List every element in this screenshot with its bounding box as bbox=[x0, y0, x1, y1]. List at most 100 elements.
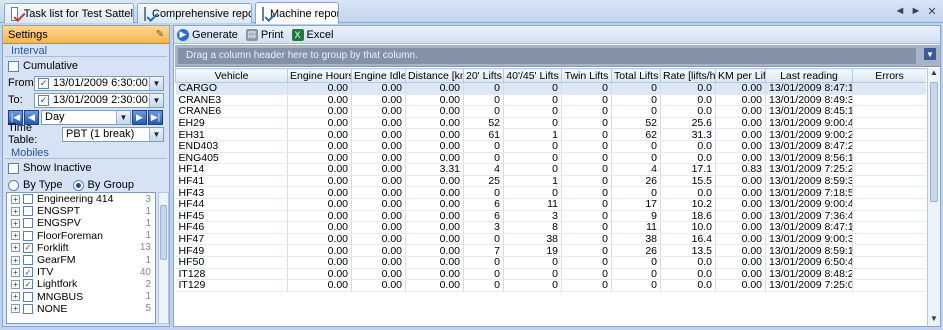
group-checkbox[interactable] bbox=[23, 291, 33, 302]
table-row[interactable]: HF43 0.00 0.00 0.00 0 0 0 0 0.0 0.00 13/01/2009 7:… bbox=[175, 186, 926, 199]
column-header[interactable]: Total Lifts bbox=[611, 68, 661, 83]
from-datetime-picker[interactable]: ✓ 13/01/2009 6:30:00 AM ▼ bbox=[34, 75, 164, 91]
group-tree-scrollbar[interactable] bbox=[158, 192, 169, 324]
scroll-up-icon[interactable]: ▲ bbox=[928, 68, 940, 80]
column-header[interactable]: Distance [km] bbox=[405, 68, 464, 83]
grid-vertical-scrollbar[interactable]: ▲ ▼ bbox=[927, 68, 940, 326]
column-header[interactable]: Vehicle bbox=[175, 68, 288, 83]
expand-icon[interactable]: + bbox=[11, 206, 20, 216]
table-row[interactable]: HF14 0.00 0.00 3.31 4 0 0 4 17.1 0.83 13/01/2009 7… bbox=[175, 163, 926, 176]
chevron-down-icon[interactable]: ▼ bbox=[149, 93, 163, 107]
group-by-panel[interactable]: Drag a column header here to group by th… bbox=[175, 45, 940, 67]
table-cell: 0 bbox=[611, 279, 661, 292]
group-checkbox[interactable] bbox=[23, 230, 33, 241]
column-header[interactable]: KM per Lift bbox=[715, 68, 766, 83]
chevron-down-icon[interactable]: ▼ bbox=[149, 76, 163, 90]
column-header[interactable]: 40'/45' Lifts bbox=[503, 68, 562, 83]
chevron-down-icon[interactable]: ▼ bbox=[116, 110, 130, 124]
show-inactive-checkbox[interactable]: Show Inactive bbox=[3, 160, 169, 176]
column-header[interactable]: 20' Lifts bbox=[463, 68, 504, 83]
from-enabled-checkbox[interactable]: ✓ bbox=[38, 77, 49, 89]
chevron-down-icon[interactable]: ▼ bbox=[149, 127, 163, 141]
group-tree-item[interactable]: + NONE 5 bbox=[7, 303, 155, 315]
expand-icon[interactable]: + bbox=[11, 279, 20, 289]
table-row[interactable]: CRANE6 0.00 0.00 0.00 0 0 0 0 0.0 0.00 13/01/2009 … bbox=[175, 105, 926, 118]
group-tree-item[interactable]: + FloorForeman 1 bbox=[7, 230, 155, 242]
expand-icon[interactable]: + bbox=[11, 304, 20, 314]
column-header[interactable]: Last reading bbox=[765, 68, 853, 83]
expand-icon[interactable]: + bbox=[11, 292, 20, 302]
group-checkbox[interactable] bbox=[23, 218, 33, 229]
table-cell: 0 bbox=[561, 152, 612, 165]
table-row[interactable]: EH31 0.00 0.00 0.00 61 1 0 62 31.3 0.00 13/01/2009… bbox=[175, 128, 926, 141]
table-row[interactable]: ENG405 0.00 0.00 0.00 0 0 0 0 0.0 0.00 13/01/2009 … bbox=[175, 152, 926, 165]
checkbox-box[interactable] bbox=[8, 60, 19, 72]
table-row[interactable]: END403 0.00 0.00 0.00 0 0 0 0 0.0 0.00 13/01/2009 … bbox=[175, 140, 926, 153]
chevron-down-icon[interactable]: ▼ bbox=[924, 48, 936, 60]
table-row[interactable]: HF47 0.00 0.00 0.00 0 38 0 38 16.4 0.00 13/01/2009… bbox=[175, 233, 926, 246]
next-period-icon[interactable]: ▶ bbox=[132, 109, 147, 125]
column-header[interactable]: Twin Lifts bbox=[561, 68, 612, 83]
scroll-right-icon[interactable]: ► bbox=[909, 4, 923, 18]
table-row[interactable]: HF50 0.00 0.00 0.00 0 0 0 0 0.0 0.00 13/01/2009 6:… bbox=[175, 256, 926, 269]
tab-machine-report[interactable]: Machine report bbox=[255, 2, 339, 24]
expand-icon[interactable]: + bbox=[11, 194, 20, 204]
expand-icon[interactable]: + bbox=[11, 243, 20, 253]
scroll-left-icon[interactable]: ◄ bbox=[893, 4, 907, 18]
table-row[interactable]: CARGO 0.00 0.00 0.00 0 0 0 0 0.0 0.00 13/01/2009 8… bbox=[175, 82, 926, 95]
tab-task-list[interactable]: Task list for Test Sattel bbox=[4, 3, 134, 23]
checkbox-box[interactable] bbox=[8, 162, 19, 174]
by-group-radio[interactable] bbox=[72, 179, 84, 191]
group-checkbox[interactable]: ✓ bbox=[23, 242, 33, 253]
group-checkbox[interactable]: ✓ bbox=[23, 279, 33, 290]
group-tree-item[interactable]: + ✓ Forklift 13 bbox=[7, 242, 155, 254]
group-tree-item[interactable]: + Engineering 414 3 bbox=[7, 193, 155, 205]
table-row[interactable]: HF49 0.00 0.00 0.00 7 19 0 26 13.5 0.00 13/01/2009… bbox=[175, 244, 926, 257]
generate-button[interactable]: ▶ Generate bbox=[177, 28, 238, 41]
group-checkbox[interactable] bbox=[23, 194, 33, 205]
group-tree-item[interactable]: + MNGBUS 1 bbox=[7, 291, 155, 303]
group-tree-item[interactable]: + ✓ ITV 40 bbox=[7, 266, 155, 278]
close-icon[interactable]: ✕ bbox=[925, 4, 939, 18]
table-row[interactable]: IT128 0.00 0.00 0.00 0 0 0 0 0.0 0.00 13/01/2009 8… bbox=[175, 268, 926, 281]
print-button[interactable]: ▤ Print bbox=[245, 28, 284, 41]
table-row[interactable]: HF45 0.00 0.00 0.00 6 3 0 9 18.6 0.00 13/01/2009 7… bbox=[175, 210, 926, 223]
period-select[interactable]: Day ▼ bbox=[41, 109, 131, 125]
expand-icon[interactable]: + bbox=[11, 218, 20, 228]
table-row[interactable]: HF46 0.00 0.00 0.00 3 8 0 11 10.0 0.00 13/01/2009 … bbox=[175, 221, 926, 234]
table-cell: 0.00 bbox=[287, 244, 352, 257]
table-row[interactable]: EH29 0.00 0.00 0.00 52 0 0 52 25.6 0.00 13/01/2009… bbox=[175, 117, 926, 130]
scroll-down-icon[interactable]: ▼ bbox=[928, 314, 940, 326]
group-checkbox[interactable] bbox=[23, 303, 33, 314]
expand-icon[interactable]: + bbox=[11, 267, 20, 277]
table-row[interactable]: HF41 0.00 0.00 0.00 25 1 0 26 15.5 0.00 13/01/2009… bbox=[175, 175, 926, 188]
column-header[interactable]: Errors bbox=[852, 68, 926, 83]
timetable-select[interactable]: PBT (1 break) ▼ bbox=[62, 126, 164, 142]
column-header[interactable]: Rate [lifts/h] bbox=[660, 68, 716, 83]
group-tree-item[interactable]: + ✓ Lightfork 2 bbox=[7, 278, 155, 290]
cumulative-checkbox[interactable]: Cumulative bbox=[3, 58, 169, 74]
to-datetime-picker[interactable]: ✓ 13/01/2009 2:30:00 PM ▼ bbox=[34, 92, 164, 108]
table-cell: 0 bbox=[561, 94, 612, 107]
last-period-icon[interactable]: ▶| bbox=[148, 109, 163, 125]
scrollbar-thumb[interactable] bbox=[160, 205, 167, 260]
excel-button[interactable]: X Excel bbox=[291, 28, 333, 41]
column-header[interactable]: Engine Hours bbox=[287, 68, 352, 83]
group-tree-item[interactable]: + ENGSPV 1 bbox=[7, 217, 155, 229]
by-type-radio[interactable] bbox=[8, 179, 19, 191]
column-header[interactable]: Engine Idle bbox=[351, 68, 406, 83]
table-row[interactable]: HF44 0.00 0.00 0.00 6 11 0 17 10.2 0.00 13/01/2009… bbox=[175, 198, 926, 211]
scrollbar-thumb[interactable] bbox=[930, 82, 938, 202]
group-checkbox[interactable] bbox=[23, 255, 33, 266]
group-tree-item[interactable]: + ENGSPT 1 bbox=[7, 205, 155, 217]
group-checkbox[interactable]: ✓ bbox=[23, 267, 33, 278]
expand-icon[interactable]: + bbox=[11, 255, 20, 265]
pin-icon[interactable]: ✎ bbox=[156, 29, 164, 40]
to-enabled-checkbox[interactable]: ✓ bbox=[38, 94, 49, 106]
expand-icon[interactable]: + bbox=[11, 231, 20, 241]
table-row[interactable]: CRANE3 0.00 0.00 0.00 0 0 0 0 0.0 0.00 13/01/2009 … bbox=[175, 94, 926, 107]
table-row[interactable]: IT129 0.00 0.00 0.00 0 0 0 0 0.0 0.00 13/01/2009 7… bbox=[175, 279, 926, 292]
group-tree-item[interactable]: + GearFM 1 bbox=[7, 254, 155, 266]
group-checkbox[interactable] bbox=[23, 206, 33, 217]
tab-comprehensive-report[interactable]: Comprehensive report bbox=[137, 3, 252, 23]
